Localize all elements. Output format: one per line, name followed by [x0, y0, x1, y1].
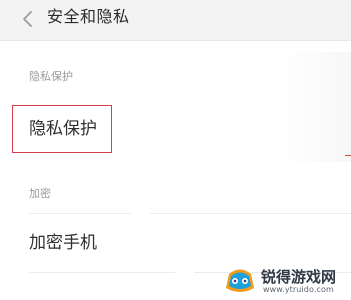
watermark-logo: 锐得游戏网 www.ytruido.com — [220, 258, 351, 300]
edge-marker — [345, 155, 351, 156]
section-header-privacy: 隐私保护 — [29, 70, 73, 83]
chevron-left-icon[interactable] — [21, 10, 35, 28]
top-bar: 安全和隐私 — [0, 0, 351, 40]
section-divider — [29, 213, 131, 214]
privacy-protection-item[interactable]: 隐私保护 — [29, 118, 97, 140]
section-divider — [150, 213, 351, 214]
gamepad-logo-icon — [226, 269, 254, 292]
watermark-title: 锐得游戏网 — [261, 268, 337, 286]
header-divider — [0, 40, 351, 41]
encrypt-phone-item[interactable]: 加密手机 — [29, 232, 97, 254]
watermark-url: www.ytruido.com — [263, 285, 334, 294]
item-divider — [29, 272, 175, 273]
right-fade-overlay — [281, 52, 351, 162]
section-header-encrypt: 加密 — [29, 187, 51, 200]
page-title: 安全和隐私 — [47, 7, 130, 26]
